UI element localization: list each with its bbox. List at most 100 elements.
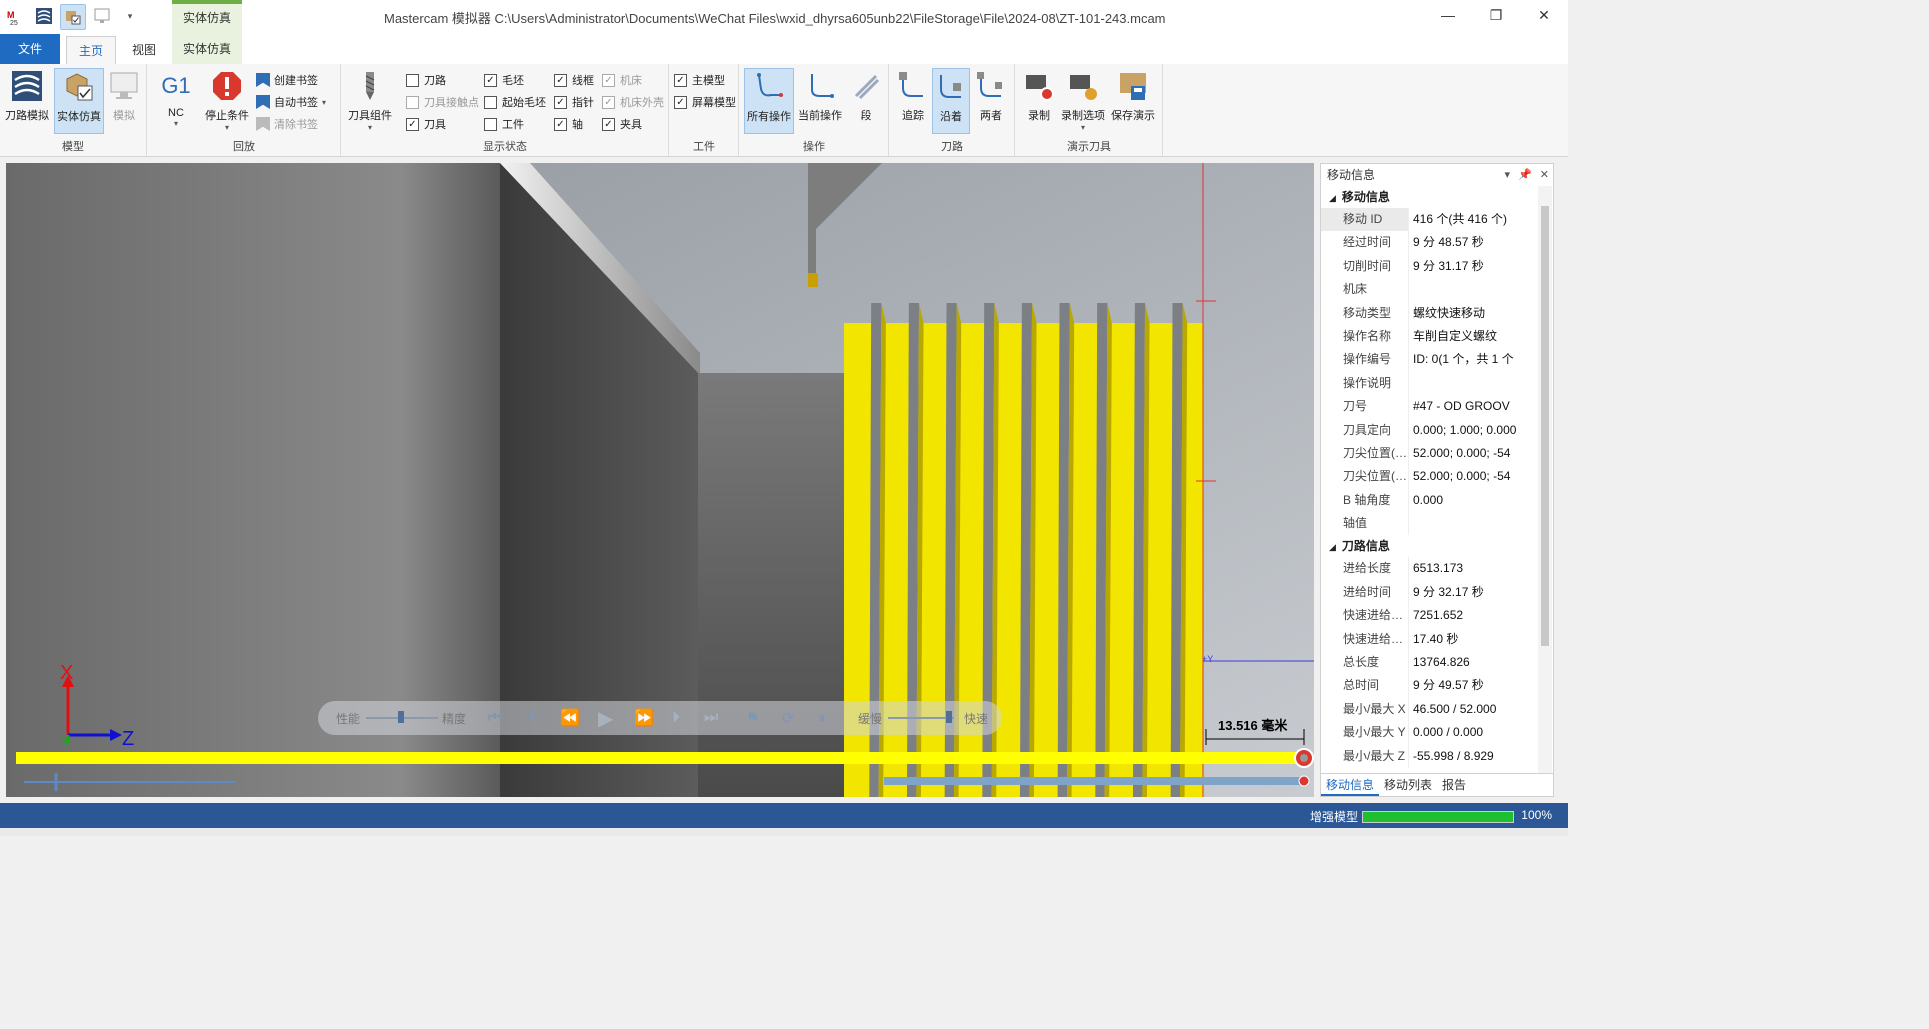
property-row[interactable]: 进给时间 9 分 32.17 秒 bbox=[1321, 580, 1553, 605]
go-end-icon[interactable]: ⏭ bbox=[704, 709, 718, 727]
property-row[interactable]: 刀具定向 0.000; 1.000; 0.000 bbox=[1321, 418, 1553, 442]
property-row[interactable]: 最小/最大 X 46.500 / 52.000 bbox=[1321, 697, 1553, 722]
tool-assembly-button[interactable]: 刀具组件 ▾ bbox=[346, 68, 394, 134]
panel-menu-icon[interactable]: ▾ bbox=[1505, 164, 1511, 186]
scrollbar-thumb[interactable] bbox=[1541, 206, 1549, 646]
both-button[interactable]: 两者 bbox=[972, 68, 1010, 134]
step-back-icon[interactable]: ⏴ bbox=[528, 709, 536, 727]
quality-slider-thumb[interactable] bbox=[398, 711, 404, 723]
clear-bookmark-button[interactable]: 清除书签 bbox=[256, 116, 318, 132]
loop-icon[interactable]: ⟳ bbox=[782, 709, 795, 727]
chk-tool-contact[interactable]: 刀具接触点 bbox=[406, 94, 479, 110]
property-value bbox=[1409, 372, 1553, 395]
chk-pointer[interactable]: ✓ 指针 bbox=[554, 94, 594, 110]
play-icon[interactable]: ▶ bbox=[598, 706, 613, 731]
chk-wireframe[interactable]: ✓ 线框 bbox=[554, 72, 594, 88]
property-row[interactable]: 经过时间 9 分 48.57 秒 bbox=[1321, 231, 1553, 255]
simulator-icon[interactable] bbox=[90, 4, 114, 28]
chk-main-model[interactable]: ✓ 主模型 bbox=[674, 72, 725, 88]
panel-tab-move-list[interactable]: 移动列表 bbox=[1379, 774, 1437, 796]
collapse-icon[interactable]: ◢ bbox=[1329, 193, 1336, 203]
panel-scrollbar[interactable] bbox=[1538, 186, 1552, 776]
property-row[interactable]: 快速进给长度 7251.652 bbox=[1321, 604, 1553, 628]
along-button[interactable]: 沿着 bbox=[932, 68, 970, 134]
current-operation-button[interactable]: 当前操作 bbox=[796, 68, 844, 134]
chk-stock[interactable]: ✓ 毛坯 bbox=[484, 72, 524, 88]
all-operations-button[interactable]: 所有操作 bbox=[744, 68, 794, 134]
property-row[interactable]: 总时间 9 分 49.57 秒 bbox=[1321, 674, 1553, 698]
simulation-viewport[interactable]: +Y X Z Y 性能 精度 ⏮ ⏴ ⏪ ▶ ⏩ ⏵ ⏭ ⚑ ⟳ ⏸ 缓慢 快速… bbox=[6, 163, 1314, 797]
customize-qat-icon[interactable]: ▾ bbox=[118, 4, 142, 28]
chk-workpiece[interactable]: 工件 bbox=[484, 116, 524, 132]
pin-icon[interactable]: 📌 bbox=[1518, 164, 1532, 186]
panel-close-icon[interactable]: ✕ bbox=[1540, 164, 1549, 186]
x-axis-label: X bbox=[60, 662, 73, 684]
section-header[interactable]: ◢ 移动信息 bbox=[1321, 186, 1553, 208]
rewind-icon[interactable]: ⏪ bbox=[560, 708, 580, 728]
chk-machine[interactable]: ✓ 机床 bbox=[602, 72, 642, 88]
chk-toolpath[interactable]: 刀路 bbox=[406, 72, 446, 88]
bookmark-icon[interactable]: ⚑ bbox=[746, 709, 759, 727]
nc-button[interactable]: G1 NC ▾ bbox=[156, 68, 196, 134]
property-row[interactable]: 移动类型 螺纹快速移动 bbox=[1321, 301, 1553, 325]
property-row[interactable]: 刀尖位置(刀... 52.000; 0.000; -54 bbox=[1321, 465, 1553, 489]
property-row[interactable]: 操作名称 车削自定义螺纹 bbox=[1321, 324, 1553, 349]
tab-view[interactable]: 视图 bbox=[120, 36, 168, 64]
solid-sim-icon[interactable] bbox=[60, 4, 86, 30]
chk-axis[interactable]: ✓ 轴 bbox=[554, 116, 583, 132]
property-row[interactable]: 总长度 13764.826 bbox=[1321, 651, 1553, 675]
chk-screen-model[interactable]: ✓ 屏幕模型 bbox=[674, 94, 736, 110]
stop-condition-button[interactable]: 停止条件 ▾ bbox=[202, 68, 252, 134]
step-forward-icon[interactable]: ⏵ bbox=[672, 709, 680, 727]
property-row[interactable]: 操作编号 ID: 0(1 个，共 1 个 bbox=[1321, 348, 1553, 372]
go-start-icon[interactable]: ⏮ bbox=[488, 709, 502, 727]
speed-slider-thumb[interactable] bbox=[946, 711, 952, 723]
collapse-icon[interactable]: ◢ bbox=[1329, 542, 1336, 552]
property-key: 最小/最大 Y bbox=[1321, 721, 1409, 745]
auto-bookmark-button[interactable]: 自动书签 ▾ bbox=[256, 94, 326, 110]
speed-slider[interactable] bbox=[888, 717, 954, 719]
restore-icon[interactable]: ❐ bbox=[1472, 0, 1520, 30]
property-row[interactable]: B 轴角度 0.000 bbox=[1321, 488, 1553, 513]
section-header[interactable]: ◢ 刀路信息 bbox=[1321, 535, 1553, 557]
window-controls: — ❐ ✕ bbox=[1424, 0, 1568, 30]
close-icon[interactable]: ✕ bbox=[1520, 0, 1568, 30]
save-demo-button[interactable]: 保存演示 bbox=[1108, 68, 1158, 134]
solid-sim-button[interactable]: 实体仿真 bbox=[54, 68, 104, 134]
property-row[interactable]: 移动 ID 416 个(共 416 个) bbox=[1321, 208, 1553, 232]
chk-machine-housing[interactable]: ✓ 机床外壳 bbox=[602, 94, 664, 110]
pause-on-stop-icon[interactable]: ⏸ bbox=[818, 710, 826, 727]
property-value: 52.000; 0.000; -54 bbox=[1413, 445, 1511, 460]
minimize-icon[interactable]: — bbox=[1424, 0, 1472, 30]
secondary-handle[interactable] bbox=[1298, 775, 1310, 787]
fast-forward-icon[interactable]: ⏩ bbox=[634, 708, 654, 728]
property-value: -55.998 / 8.929 bbox=[1413, 748, 1494, 763]
property-row[interactable]: 操作说明 bbox=[1321, 371, 1553, 396]
panel-tab-move-info[interactable]: 移动信息 bbox=[1321, 774, 1380, 796]
record-options-button[interactable]: 录制选项 ▾ bbox=[1060, 68, 1106, 134]
property-row[interactable]: 轴值 bbox=[1321, 512, 1553, 536]
tab-home[interactable]: 主页 bbox=[66, 36, 116, 65]
property-row[interactable]: 切削时间 9 分 31.17 秒 bbox=[1321, 254, 1553, 279]
chk-initial-stock[interactable]: 起始毛坯 bbox=[484, 94, 546, 110]
property-row[interactable]: 快速进给时间 17.40 秒 bbox=[1321, 627, 1553, 652]
toolpath-sim-button[interactable]: 刀路模拟 bbox=[4, 68, 50, 134]
property-value: 46.500 / 52.000 bbox=[1413, 701, 1497, 716]
chk-tool[interactable]: ✓ 刀具 bbox=[406, 116, 446, 132]
segment-button[interactable]: 段 bbox=[846, 68, 886, 134]
record-button[interactable]: 录制 bbox=[1020, 68, 1058, 134]
tab-file[interactable]: 文件 bbox=[0, 34, 60, 64]
tab-solid-sim[interactable]: 实体仿真 bbox=[172, 34, 242, 64]
property-row[interactable]: 最小/最大 Z -55.998 / 8.929 bbox=[1321, 744, 1553, 768]
panel-tab-report[interactable]: 报告 bbox=[1437, 774, 1471, 796]
property-row[interactable]: 刀号 #47 - OD GROOV bbox=[1321, 395, 1553, 419]
property-row[interactable]: 进给长度 6513.173 bbox=[1321, 557, 1553, 581]
toolpath-sim-icon[interactable] bbox=[32, 4, 56, 28]
property-row[interactable]: 刀尖位置(WC... 52.000; 0.000; -54 bbox=[1321, 441, 1553, 466]
property-row[interactable]: 机床 bbox=[1321, 278, 1553, 302]
chk-fixture[interactable]: ✓ 夹具 bbox=[602, 116, 642, 132]
simulator-button[interactable]: 模拟 bbox=[104, 68, 144, 134]
trace-button[interactable]: 追踪 bbox=[894, 68, 932, 134]
property-row[interactable]: 最小/最大 Y 0.000 / 0.000 bbox=[1321, 721, 1553, 745]
create-bookmark-button[interactable]: 创建书签 bbox=[256, 72, 318, 88]
